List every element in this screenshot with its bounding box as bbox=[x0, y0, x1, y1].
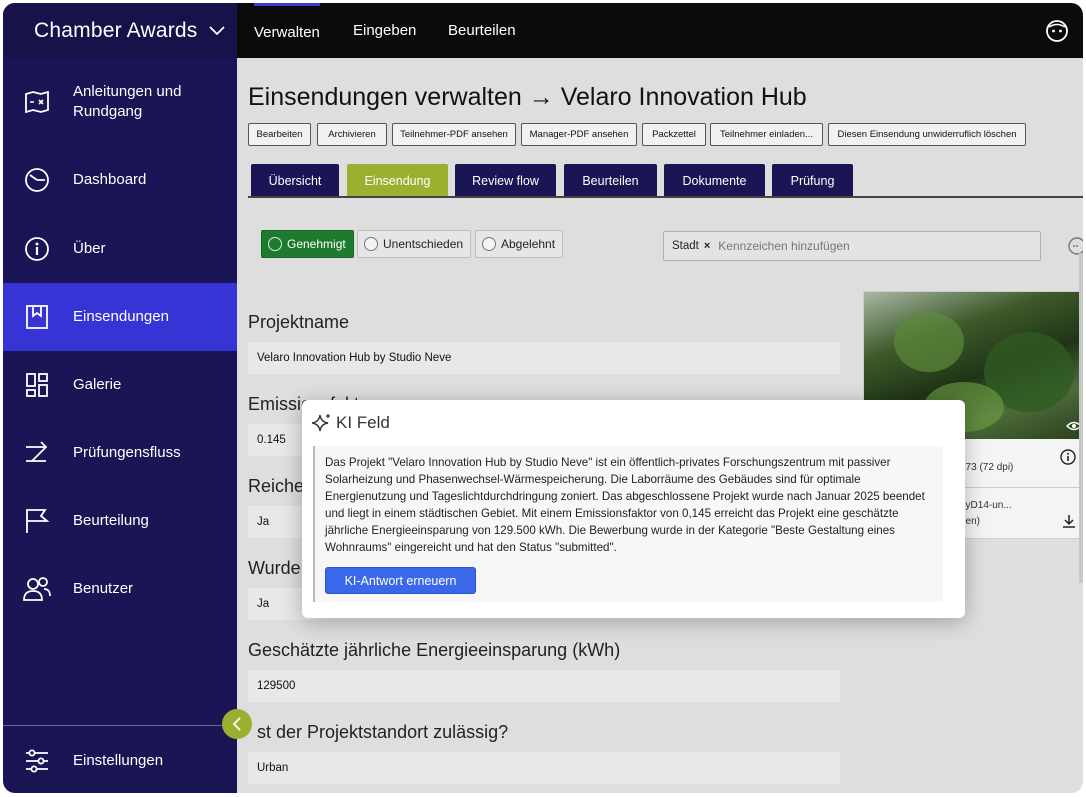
sidebar-item-pruefungsfluss[interactable]: Prüfungensfluss bbox=[3, 419, 237, 487]
info-icon bbox=[23, 235, 51, 263]
sidebar-item-beurteilung[interactable]: Beurteilung bbox=[3, 487, 237, 555]
sidebar-item-galerie[interactable]: Galerie bbox=[3, 351, 237, 419]
info-icon[interactable] bbox=[1060, 449, 1076, 465]
status-approved[interactable]: Genehmigt bbox=[261, 230, 354, 258]
field-label-reiche: Reiche bbox=[248, 476, 305, 496]
chevron-down-icon bbox=[208, 25, 225, 35]
tab-pruefung[interactable]: Prüfung bbox=[772, 164, 853, 197]
status-label: Unentschieden bbox=[383, 237, 464, 251]
field-value-projektname[interactable]: Velaro Innovation Hub by Studio Neve bbox=[248, 342, 840, 374]
radio-icon bbox=[268, 237, 282, 251]
sidebar-item-label: Anleitungen und Rundgang bbox=[73, 83, 182, 120]
field-value-energy[interactable]: 129500 bbox=[248, 670, 840, 702]
sidebar-divider bbox=[3, 725, 237, 726]
sidebar-item-dashboard[interactable]: Dashboard bbox=[3, 146, 237, 214]
sidebar-collapse-button[interactable] bbox=[222, 709, 252, 739]
app-switcher[interactable]: Chamber Awards bbox=[3, 3, 237, 58]
settings-sliders-icon bbox=[23, 747, 51, 775]
field-value-standort[interactable]: Urban bbox=[248, 752, 840, 784]
radio-icon bbox=[364, 237, 378, 251]
gallery-icon bbox=[23, 371, 51, 399]
flow-icon bbox=[23, 439, 51, 467]
map-icon bbox=[23, 88, 51, 116]
delete-submission-button[interactable]: Diesen Einsendung unwiderruflich löschen bbox=[828, 123, 1026, 146]
sidebar-item-label: Dashboard bbox=[73, 171, 147, 188]
radio-icon bbox=[482, 237, 496, 251]
tab-review-flow[interactable]: Review flow bbox=[455, 164, 556, 197]
tab-uebersicht[interactable]: Übersicht bbox=[251, 164, 339, 197]
nav-eingeben[interactable]: Eingeben bbox=[353, 3, 416, 58]
status-label: Abgelehnt bbox=[501, 237, 556, 251]
users-icon bbox=[23, 575, 51, 603]
nav-beurteilen[interactable]: Beurteilen bbox=[448, 3, 516, 58]
sidebar-item-label: Über bbox=[73, 240, 106, 257]
status-undecided[interactable]: Unentschieden bbox=[357, 230, 471, 258]
regenerate-ai-button[interactable]: KI-Antwort erneuern bbox=[325, 567, 476, 594]
top-bar: Chamber Awards Verwalten Eingeben Beurte… bbox=[3, 3, 1083, 58]
tab-einsendung[interactable]: Einsendung bbox=[347, 164, 448, 197]
sidebar: Anleitungen und Rundgang Dashboard Über … bbox=[3, 58, 237, 793]
flag-icon bbox=[23, 507, 51, 535]
sidebar-item-label: Galerie bbox=[73, 376, 122, 393]
app-window: Chamber Awards Verwalten Eingeben Beurte… bbox=[3, 3, 1083, 793]
edit-button[interactable]: Bearbeiten bbox=[248, 123, 311, 146]
user-avatar-icon[interactable] bbox=[1045, 19, 1069, 43]
status-label: Genehmigt bbox=[287, 237, 346, 251]
field-label-projektname: Projektname bbox=[248, 312, 350, 332]
sidebar-item-label: Einstellungen bbox=[73, 751, 164, 769]
sidebar-item-einstellungen[interactable]: Einstellungen bbox=[3, 728, 237, 793]
manager-pdf-button[interactable]: Manager-PDF ansehen bbox=[521, 123, 637, 146]
tag-chip-label: Stadt bbox=[672, 240, 699, 252]
sidebar-item-label: Beurteilung bbox=[73, 512, 149, 529]
file-name-text: 2yD14-un... bbox=[960, 500, 1012, 511]
tab-underline bbox=[248, 196, 1083, 198]
ai-response-text: Das Projekt "Velaro Innovation Hub by St… bbox=[325, 456, 925, 554]
popup-header: KI Feld bbox=[312, 413, 390, 433]
sidebar-item-benutzer[interactable]: Benutzer bbox=[3, 555, 237, 623]
ai-field-popup: KI Feld Das Projekt "Velaro Innovation H… bbox=[302, 400, 965, 618]
scrollbar[interactable] bbox=[1079, 253, 1083, 583]
file-name[interactable]: 2yD14-un... den) bbox=[960, 498, 1012, 530]
divider bbox=[952, 487, 1083, 488]
bookmark-icon bbox=[23, 303, 51, 331]
sidebar-item-ueber[interactable]: Über bbox=[3, 215, 237, 283]
remove-tag-icon[interactable]: × bbox=[704, 240, 710, 252]
chevron-left-icon bbox=[232, 717, 241, 731]
tag-add-input[interactable] bbox=[718, 239, 969, 253]
field-label-wurde: Wurde bbox=[248, 558, 301, 578]
sidebar-item-label: Benutzer bbox=[73, 580, 134, 597]
dashboard-icon bbox=[23, 166, 51, 194]
field-label-standort: st der Projektstandort zulässig? bbox=[257, 722, 509, 742]
sidebar-item-einsendungen[interactable]: Einsendungen bbox=[3, 283, 237, 351]
sidebar-item-label: Prüfungensfluss bbox=[73, 444, 181, 461]
tab-beurteilen[interactable]: Beurteilen bbox=[564, 164, 657, 197]
invite-participant-button[interactable]: Teilnehmer einladen... bbox=[710, 123, 823, 146]
archive-button[interactable]: Archivieren bbox=[317, 123, 387, 146]
sidebar-item-anleitungen[interactable]: Anleitungen und Rundgang bbox=[3, 70, 237, 134]
download-icon[interactable] bbox=[1062, 514, 1076, 528]
app-name: Chamber Awards bbox=[34, 18, 198, 42]
file-name-text: den) bbox=[960, 516, 981, 527]
image-meta: 373 (72 dpi) bbox=[960, 462, 1014, 473]
popup-title: KI Feld bbox=[336, 413, 390, 432]
page-title: Einsendungen verwalten → Velaro Innovati… bbox=[248, 83, 807, 111]
ai-response-box: Das Projekt "Velaro Innovation Hub by St… bbox=[313, 446, 943, 602]
packing-slip-button[interactable]: Packzettel bbox=[642, 123, 706, 146]
tag-input[interactable]: Stadt × bbox=[663, 231, 1041, 261]
sidebar-item-label: Einsendungen bbox=[73, 308, 169, 325]
participant-pdf-button[interactable]: Teilnehmer-PDF ansehen bbox=[392, 123, 516, 146]
nav-verwalten[interactable]: Verwalten bbox=[254, 3, 320, 58]
sparkle-icon bbox=[312, 414, 330, 432]
tab-dokumente[interactable]: Dokumente bbox=[664, 164, 765, 197]
status-rejected[interactable]: Abgelehnt bbox=[475, 230, 563, 258]
tag-chip: Stadt × bbox=[672, 240, 710, 252]
field-label-energy: Geschätzte jährliche Energieeinsparung (… bbox=[248, 640, 621, 660]
